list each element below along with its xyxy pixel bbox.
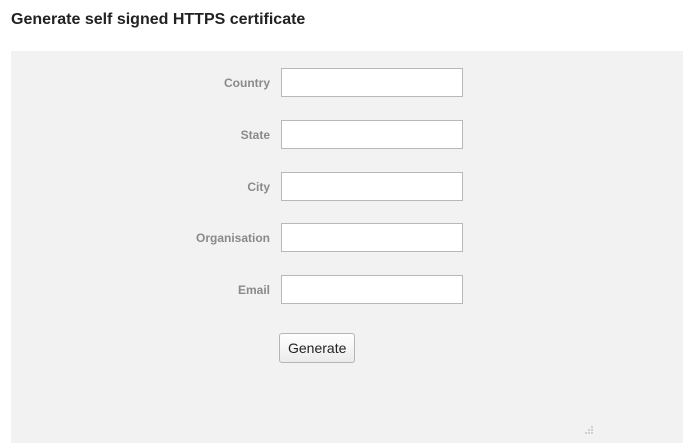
state-row: State <box>11 120 683 150</box>
city-input[interactable] <box>281 172 463 201</box>
country-input[interactable] <box>281 68 463 97</box>
organisation-row: Organisation <box>11 223 683 253</box>
generate-button[interactable]: Generate <box>279 333 356 363</box>
page-title: Generate self signed HTTPS certificate <box>11 11 306 28</box>
state-label: State <box>240 128 270 142</box>
email-label: Email <box>237 283 270 297</box>
email-row: Email <box>11 275 683 305</box>
certificate-form: Country State City Organisation Email Ge… <box>11 51 683 443</box>
city-label: City <box>247 180 270 194</box>
city-row: City <box>11 172 683 202</box>
organisation-input[interactable] <box>281 223 463 252</box>
organisation-label: Organisation <box>195 231 270 245</box>
email-input[interactable] <box>281 275 463 304</box>
resize-grip-icon[interactable] <box>584 425 594 435</box>
country-row: Country <box>11 68 683 98</box>
state-input[interactable] <box>281 120 463 149</box>
country-label: Country <box>224 76 270 90</box>
